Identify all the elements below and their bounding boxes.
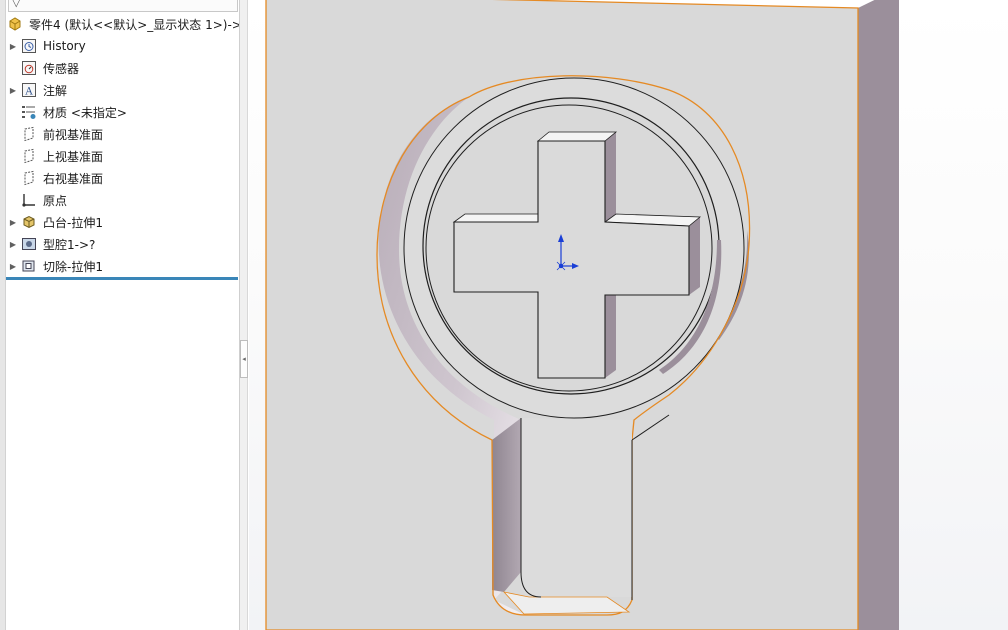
graphics-viewport[interactable] bbox=[249, 0, 1008, 630]
cross-top-edge-top bbox=[536, 131, 618, 142]
part-icon bbox=[6, 15, 24, 33]
tree-item-label: 右视基准面 bbox=[43, 171, 104, 186]
cross-side-right-arm bbox=[689, 217, 700, 295]
tree-item[interactable]: ▶ 切除-拉伸1 bbox=[6, 256, 239, 276]
rollback-bar[interactable] bbox=[6, 277, 238, 280]
tree-item[interactable]: ▶ A 注解 bbox=[6, 80, 239, 100]
tree-item-label: 注解 bbox=[43, 83, 68, 98]
cross-side-right-top bbox=[605, 132, 616, 222]
tree-item[interactable]: ▶ 凸台-拉伸1 bbox=[6, 212, 239, 232]
tree-item-label: 传感器 bbox=[43, 61, 80, 76]
plate-side-face bbox=[858, 0, 899, 630]
expand-arrow-icon[interactable]: ▶ bbox=[6, 240, 20, 249]
expand-arrow-icon[interactable]: ▶ bbox=[6, 86, 20, 95]
tree-item[interactable]: 上视基准面 bbox=[6, 146, 239, 166]
tree-root-part[interactable]: 零件4 (默认<<默认>_显示状态 1>)->? bbox=[6, 14, 240, 34]
tree-item-label: 切除-拉伸1 bbox=[43, 259, 103, 274]
tree-item[interactable]: 前视基准面 bbox=[6, 124, 239, 144]
boss-extrude-icon bbox=[20, 213, 38, 231]
cavity-icon bbox=[20, 235, 38, 253]
tree-item[interactable]: 传感器 bbox=[6, 58, 239, 78]
filter-icon[interactable]: ▽ bbox=[12, 0, 20, 9]
expand-arrow-icon[interactable]: ▶ bbox=[6, 218, 20, 227]
expand-arrow-icon[interactable]: ▶ bbox=[6, 262, 20, 271]
cut-extrude-icon bbox=[20, 257, 38, 275]
svg-text:A: A bbox=[24, 87, 33, 98]
annotation-folder-icon: A bbox=[20, 81, 38, 99]
tree-item-label: 凸台-拉伸1 bbox=[43, 215, 103, 230]
cross-top-edge-left bbox=[452, 213, 539, 223]
feature-manager-tree: ▽ 零件4 (默认<<默认>_显示状态 1>)->? ▶ History 传感器 ▶ A… bbox=[6, 0, 240, 630]
tree-root-label: 零件4 (默认<<默认>_显示状态 1>)->? bbox=[29, 17, 240, 32]
plane-icon bbox=[20, 147, 38, 165]
tree-item[interactable]: 右视基准面 bbox=[6, 168, 239, 188]
slot-floor bbox=[521, 418, 632, 597]
tree-filter-box[interactable]: ▽ bbox=[8, 0, 238, 12]
history-folder-icon bbox=[20, 37, 38, 55]
tree-item[interactable]: 原点 bbox=[6, 190, 239, 210]
origin-icon bbox=[20, 191, 38, 209]
tree-item-label: 前视基准面 bbox=[43, 127, 104, 142]
cross-side-right-bottom bbox=[605, 287, 616, 378]
slot-left-wall bbox=[492, 418, 521, 592]
tree-item[interactable]: ▶ History bbox=[6, 36, 239, 56]
model-view bbox=[265, 0, 899, 630]
tree-item-label: 材质 <未指定> bbox=[43, 105, 127, 120]
tree-item-label: 上视基准面 bbox=[43, 149, 104, 164]
plane-icon bbox=[20, 125, 38, 143]
collapse-panel-icon[interactable]: ◂ bbox=[240, 340, 248, 378]
tree-item[interactable]: ▶ 型腔1->? bbox=[6, 234, 239, 254]
material-icon bbox=[20, 103, 38, 121]
tree-item[interactable]: 材质 <未指定> bbox=[6, 102, 239, 122]
tree-item-label: 原点 bbox=[43, 193, 68, 208]
tree-item-label: History bbox=[43, 39, 86, 53]
tree-item-label: 型腔1->? bbox=[43, 237, 96, 252]
plane-icon bbox=[20, 169, 38, 187]
sensor-folder-icon bbox=[20, 59, 38, 77]
panel-splitter[interactable] bbox=[240, 0, 248, 630]
expand-arrow-icon[interactable]: ▶ bbox=[6, 42, 20, 51]
